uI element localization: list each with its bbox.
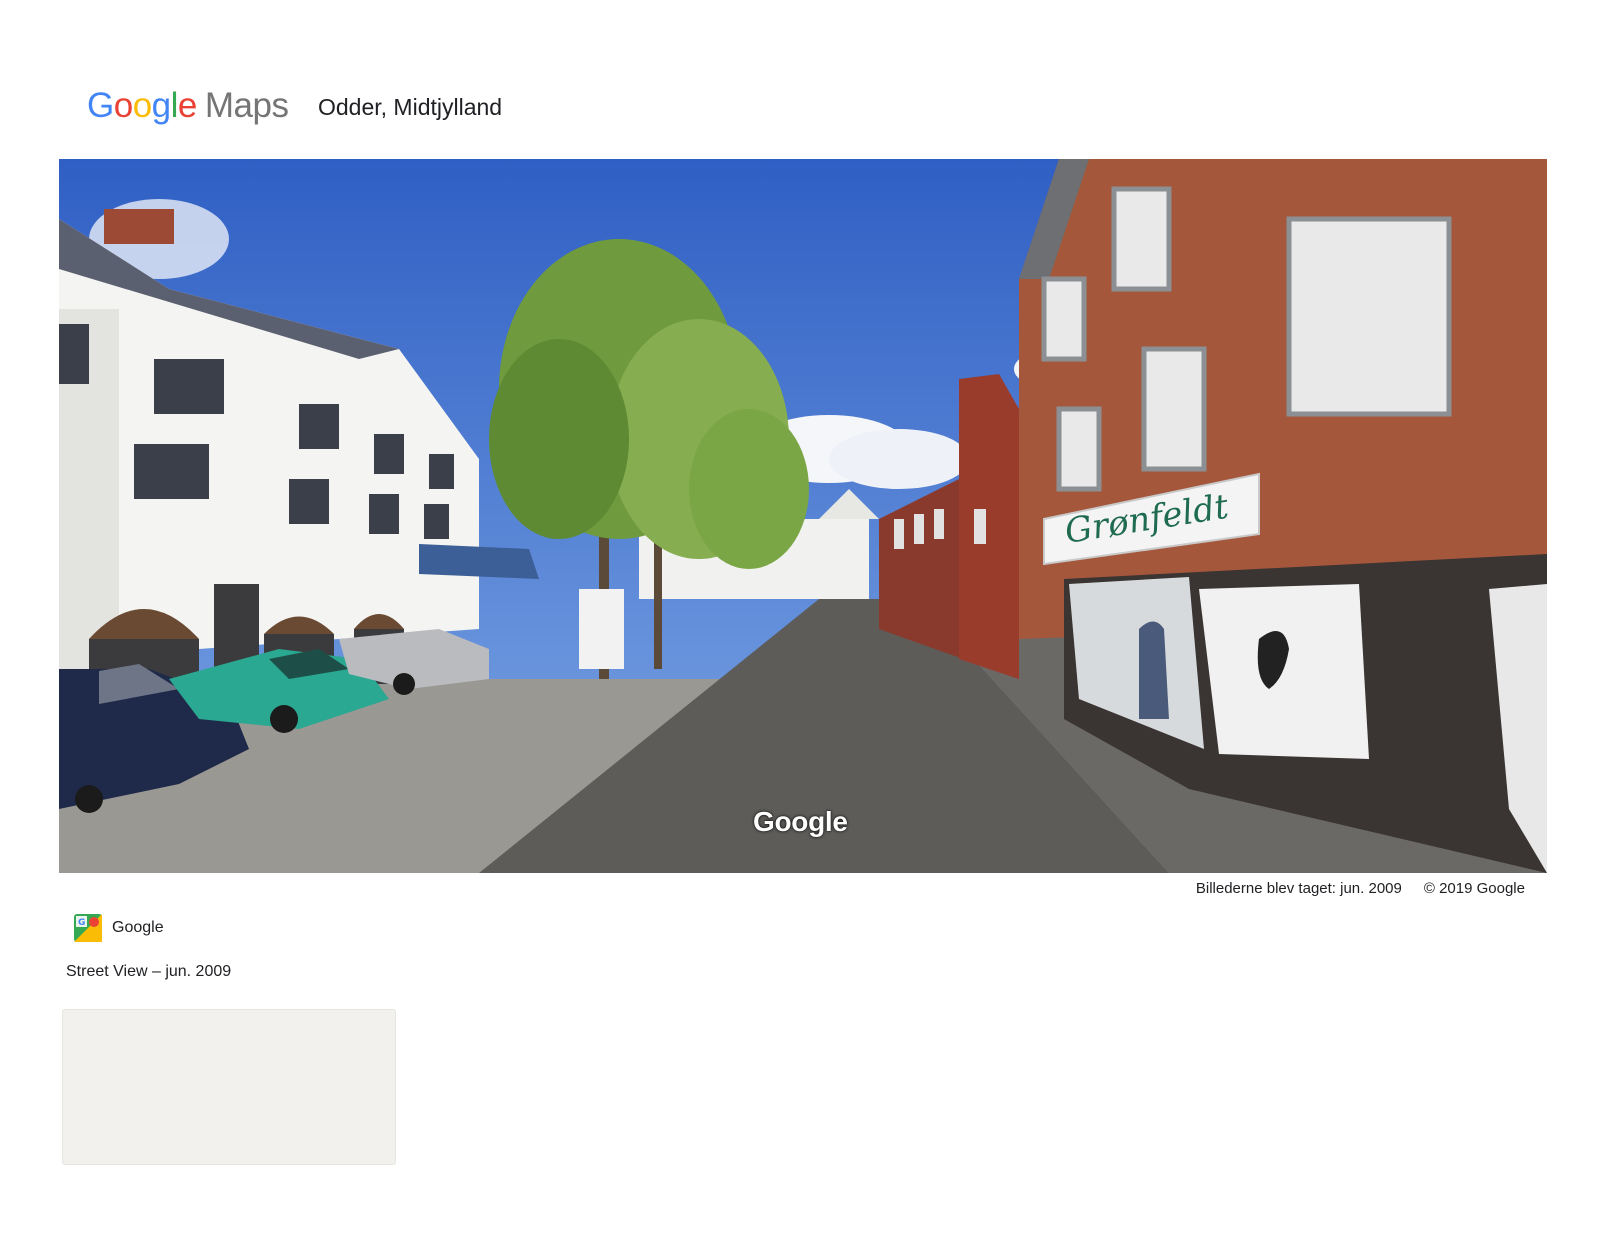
capture-date: Billederne blev taget: jun. 2009 — [1195, 880, 1402, 897]
street-view-caption: Street View – jun. 2009 — [66, 963, 232, 980]
logo-letter: o — [113, 86, 133, 125]
logo-letter: o — [132, 86, 152, 125]
panorama-watermark: Google — [753, 806, 848, 837]
street-view-photo-icon: G — [74, 914, 102, 942]
street-view-panorama[interactable]: Grønfeldt Google — [59, 159, 1547, 873]
logo-letter: e — [177, 86, 197, 125]
logo-maps-text: Maps — [204, 86, 289, 125]
contributor-name: Google — [112, 919, 164, 936]
logo-letter: g — [151, 86, 171, 125]
google-maps-logo[interactable]: Google Maps — [87, 86, 289, 130]
logo-letter: l — [170, 86, 179, 125]
place-title: Odder, Midtjylland — [318, 94, 503, 120]
panorama-image: Grønfeldt — [59, 159, 1547, 873]
map-thumbnail[interactable] — [62, 1009, 396, 1165]
image-attribution: Billederne blev taget: jun. 2009 © 2019 … — [1196, 880, 1525, 897]
contributor[interactable]: G Google — [74, 914, 164, 942]
svg-text:G: G — [78, 918, 85, 928]
copyright: © 2019 Google — [1423, 880, 1525, 897]
logo-letter: G — [87, 86, 114, 125]
